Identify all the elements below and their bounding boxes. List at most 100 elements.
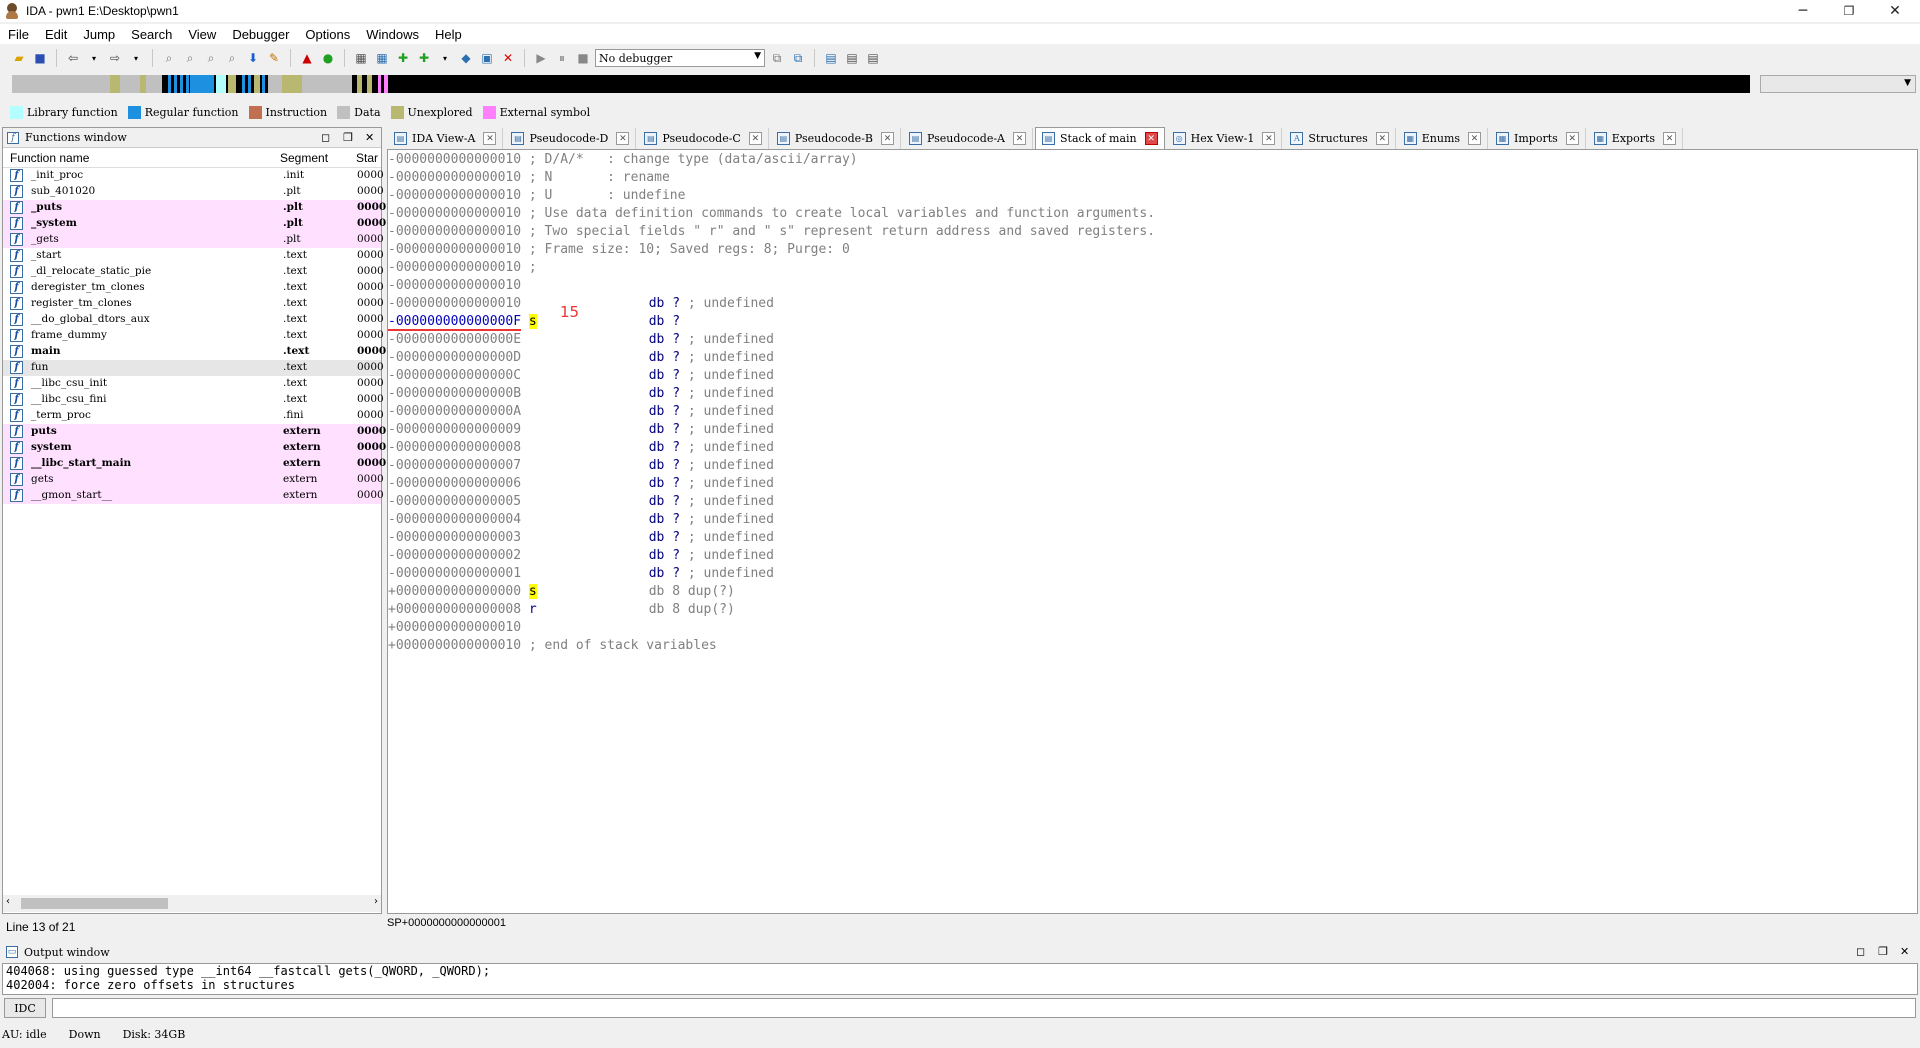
image-icon[interactable]: ▣ bbox=[478, 49, 496, 67]
maximize-pane-icon[interactable]: ◻ bbox=[321, 131, 330, 144]
stack-line[interactable]: -000000000000000D db ? ; undefined bbox=[388, 350, 774, 368]
stack-line[interactable]: -0000000000000001 db ? ; undefined bbox=[388, 566, 774, 584]
stack-var-name[interactable]: s bbox=[528, 584, 537, 599]
search-text-icon[interactable]: ⌕ bbox=[181, 49, 199, 67]
close-tab-icon[interactable]: ✕ bbox=[1144, 132, 1158, 145]
stack-line[interactable]: -0000000000000010 ; bbox=[388, 260, 537, 278]
stack-view[interactable]: -0000000000000010 ; D/A/* : change type … bbox=[387, 149, 1918, 914]
function-row[interactable]: f register_tm_clones .text 0000 bbox=[3, 296, 384, 312]
function-row[interactable]: f deregister_tm_clones .text 0000 bbox=[3, 280, 384, 296]
close-tab-icon[interactable]: ✕ bbox=[1468, 132, 1482, 145]
dropdown-arrow-icon[interactable]: ▾ bbox=[436, 49, 454, 67]
close-pane-icon[interactable]: ✕ bbox=[365, 131, 374, 144]
forward-dropdown-icon[interactable]: ▾ bbox=[127, 49, 145, 67]
save-icon[interactable]: ■ bbox=[31, 49, 49, 67]
function-row[interactable]: f __libc_csu_fini .text 0000 bbox=[3, 392, 384, 408]
add-segment-icon[interactable]: ▦ bbox=[373, 49, 391, 67]
tab-pseudocode-d[interactable]: ▤ Pseudocode-D ✕ bbox=[505, 128, 637, 149]
stack-line[interactable]: -0000000000000010 ; N : rename bbox=[388, 170, 670, 188]
tab-hex-view-1[interactable]: ◎ Hex View-1 ✕ bbox=[1166, 128, 1283, 149]
stack-line[interactable]: -0000000000000008 db ? ; undefined bbox=[388, 440, 774, 458]
stack-line[interactable]: -0000000000000010 ; Two special fields "… bbox=[388, 224, 1155, 242]
function-row[interactable]: f _puts .plt 0000 bbox=[3, 200, 386, 216]
function-row[interactable]: f _term_proc .fini 0000 bbox=[3, 408, 384, 424]
step-icon[interactable]: ⧉ bbox=[789, 49, 807, 67]
search-immediate-icon[interactable]: ⌕ bbox=[202, 49, 220, 67]
back-arrow-icon[interactable]: ⇦ bbox=[64, 49, 82, 67]
tab-imports[interactable]: ▦ Imports ✕ bbox=[1490, 128, 1586, 149]
function-row[interactable]: f _system .plt 0000 bbox=[3, 216, 386, 232]
start-process-icon[interactable]: ● bbox=[319, 49, 337, 67]
stack-line[interactable]: -0000000000000010 ; Frame size: 10; Save… bbox=[388, 242, 850, 260]
stack-line[interactable]: -0000000000000010 db ? ; undefined bbox=[388, 296, 774, 314]
stack-var-name[interactable]: r bbox=[529, 602, 537, 617]
function-row[interactable]: f main .text 0000 bbox=[3, 344, 386, 360]
function-row[interactable]: f gets extern 0000 bbox=[3, 472, 384, 488]
trace-icon[interactable]: ▤ bbox=[843, 49, 861, 67]
stack-line[interactable]: -000000000000000B db ? ; undefined bbox=[388, 386, 774, 404]
plus-green-icon[interactable]: ✚ bbox=[394, 49, 412, 67]
stack-line[interactable]: -0000000000000003 db ? ; undefined bbox=[388, 530, 774, 548]
close-tab-icon[interactable]: ✕ bbox=[616, 132, 630, 145]
functions-horizontal-scrollbar[interactable]: ‹ › bbox=[3, 895, 381, 912]
scroll-left-icon[interactable]: ‹ bbox=[6, 896, 10, 907]
menu-jump[interactable]: Jump bbox=[75, 27, 123, 42]
function-row[interactable]: f _start .text 0000 bbox=[3, 248, 384, 264]
function-row[interactable]: f __do_global_dtors_aux .text 0000 bbox=[3, 312, 384, 328]
close-pane-icon[interactable]: ✕ bbox=[1900, 945, 1909, 958]
navigation-scope-dropdown[interactable]: ▼ bbox=[1760, 75, 1916, 93]
stack-line[interactable]: -0000000000000010 ; U : undefine bbox=[388, 188, 685, 206]
maximize-pane-icon[interactable]: ◻ bbox=[1856, 945, 1865, 958]
close-tab-icon[interactable]: ✕ bbox=[1262, 132, 1276, 145]
function-row[interactable]: f _init_proc .init 0000 bbox=[3, 168, 384, 184]
stack-line[interactable]: -0000000000000006 db ? ; undefined bbox=[388, 476, 774, 494]
close-tab-icon[interactable]: ✕ bbox=[881, 132, 894, 145]
menu-debugger[interactable]: Debugger bbox=[224, 27, 297, 42]
create-function-icon[interactable]: ▦ bbox=[352, 49, 370, 67]
float-pane-icon[interactable]: ❐ bbox=[1878, 945, 1888, 958]
stack-line[interactable]: -000000000000000C db ? ; undefined bbox=[388, 368, 774, 386]
function-row[interactable]: f __libc_start_main extern 0000 bbox=[3, 456, 386, 472]
debugger-select[interactable]: No debugger ▼ bbox=[595, 49, 765, 67]
function-row[interactable]: f _gets .plt 0000 bbox=[3, 232, 384, 248]
stack-line[interactable]: -0000000000000009 db ? ; undefined bbox=[388, 422, 774, 440]
menu-help[interactable]: Help bbox=[427, 27, 470, 42]
function-row[interactable]: f fun .text 0000 bbox=[3, 360, 384, 376]
function-row[interactable]: f frame_dummy .text 0000 bbox=[3, 328, 384, 344]
column-start[interactable]: Star bbox=[356, 151, 378, 165]
stack-line[interactable]: -0000000000000005 db ? ; undefined bbox=[388, 494, 774, 512]
trace-clear-icon[interactable]: ▤ bbox=[864, 49, 882, 67]
close-tab-icon[interactable]: ✕ bbox=[748, 132, 762, 145]
idc-language-button[interactable]: IDC bbox=[4, 998, 46, 1018]
function-row[interactable]: f _dl_relocate_static_pie .text 0000 bbox=[3, 264, 384, 280]
stack-line[interactable]: +0000000000000000 s db 8 dup(?) bbox=[388, 584, 735, 602]
function-row[interactable]: f __gmon_start__ extern 0000 bbox=[3, 488, 384, 504]
graph-overview-icon[interactable]: ▲ bbox=[298, 49, 316, 67]
stack-line[interactable]: -0000000000000010 bbox=[388, 278, 521, 296]
tab-structures[interactable]: A Structures ✕ bbox=[1284, 128, 1396, 149]
tab-pseudocode-b[interactable]: ▤ Pseudocode-B ✕ bbox=[770, 128, 901, 149]
menu-edit[interactable]: Edit bbox=[37, 27, 75, 42]
tab-stack-of-main[interactable]: ▤ Stack of main ✕ bbox=[1035, 127, 1165, 149]
menu-options[interactable]: Options bbox=[297, 27, 358, 42]
delete-red-x-icon[interactable]: ✕ bbox=[499, 49, 517, 67]
stack-line[interactable]: +0000000000000008 r db 8 dup(?) bbox=[388, 602, 735, 620]
pause-icon[interactable]: ⏸ bbox=[553, 49, 571, 67]
jump-down-icon[interactable]: ⬇ bbox=[244, 49, 262, 67]
rename-icon[interactable]: ✎ bbox=[265, 49, 283, 67]
menu-windows[interactable]: Windows bbox=[358, 27, 427, 42]
close-button[interactable]: ✕ bbox=[1872, 0, 1918, 22]
search-binary-icon[interactable]: ⌕ bbox=[160, 49, 178, 67]
stack-line[interactable]: -000000000000000E db ? ; undefined bbox=[388, 332, 774, 350]
history-dropdown-icon[interactable]: ▾ bbox=[85, 49, 103, 67]
menu-view[interactable]: View bbox=[180, 27, 224, 42]
tab-pseudocode-a[interactable]: ▤ Pseudocode-A ✕ bbox=[903, 128, 1034, 149]
function-row[interactable]: f puts extern 0000 bbox=[3, 424, 386, 440]
restore-button[interactable]: ❐ bbox=[1826, 0, 1872, 22]
tab-ida-view-a[interactable]: ▤ IDA View-A ✕ bbox=[388, 128, 504, 149]
stack-line[interactable]: -0000000000000004 db ? ; undefined bbox=[388, 512, 774, 530]
open-folder-icon[interactable]: ▰ bbox=[10, 49, 28, 67]
stack-line[interactable]: -0000000000000010 ; D/A/* : change type … bbox=[388, 152, 858, 170]
attach-process-icon[interactable]: ⧉ bbox=[768, 49, 786, 67]
add-dropdown-icon[interactable]: ✚ bbox=[415, 49, 433, 67]
